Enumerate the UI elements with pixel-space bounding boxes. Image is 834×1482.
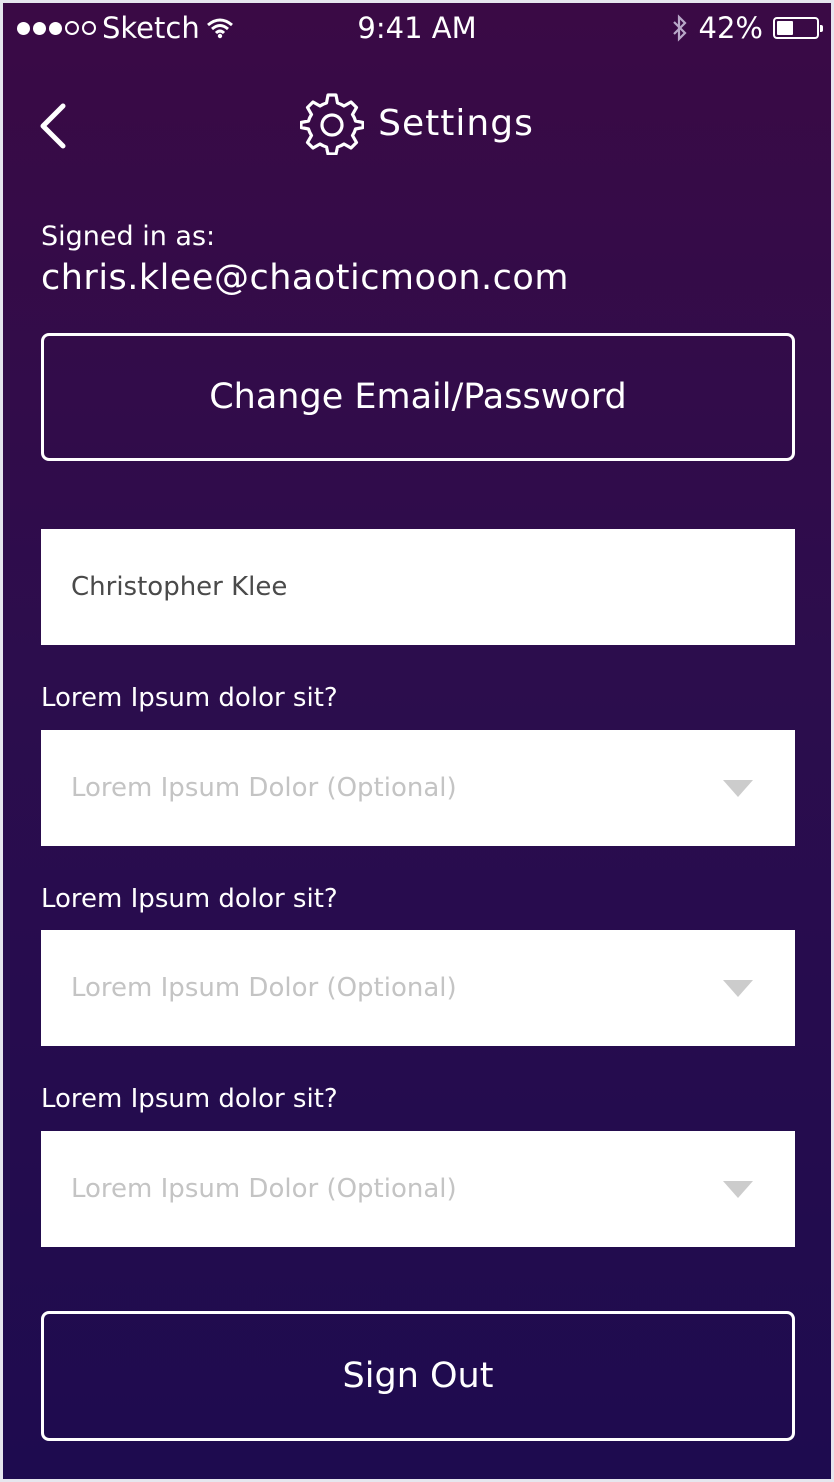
select-label-1: Lorem Ipsum dolor sit? [41, 683, 338, 713]
dropdown-placeholder: Lorem Ipsum Dolor (Optional) [71, 773, 457, 803]
dropdown-1[interactable]: Lorem Ipsum Dolor (Optional) [41, 730, 795, 846]
battery-level-fill [777, 21, 793, 35]
chevron-down-icon [723, 1181, 753, 1198]
status-bar: Sketch 9:41 AM 42% [3, 3, 831, 55]
change-email-password-button[interactable]: Change Email/Password [41, 333, 795, 461]
select-label-3: Lorem Ipsum dolor sit? [41, 1084, 338, 1114]
dropdown-placeholder: Lorem Ipsum Dolor (Optional) [71, 973, 457, 1003]
battery-icon [773, 17, 823, 39]
signed-in-email: chris.klee@chaoticmoon.com [41, 258, 569, 298]
dropdown-placeholder: Lorem Ipsum Dolor (Optional) [71, 1174, 457, 1204]
dropdown-3[interactable]: Lorem Ipsum Dolor (Optional) [41, 1131, 795, 1247]
status-right: 42% [671, 11, 823, 45]
battery-percent: 42% [698, 11, 763, 45]
page-title: Settings [378, 102, 534, 144]
chevron-down-icon [723, 980, 753, 997]
settings-screen: Sketch 9:41 AM 42% Settings Signed in as… [3, 3, 831, 1479]
chevron-down-icon [723, 780, 753, 797]
header-title-group: Settings [3, 91, 831, 155]
name-field[interactable]: Christopher Klee [41, 529, 795, 645]
bluetooth-icon [672, 14, 687, 42]
gear-icon [300, 93, 365, 155]
select-label-2: Lorem Ipsum dolor sit? [41, 884, 338, 914]
signed-in-label: Signed in as: [41, 221, 216, 252]
sign-out-button[interactable]: Sign Out [41, 1311, 795, 1441]
dropdown-2[interactable]: Lorem Ipsum Dolor (Optional) [41, 930, 795, 1046]
